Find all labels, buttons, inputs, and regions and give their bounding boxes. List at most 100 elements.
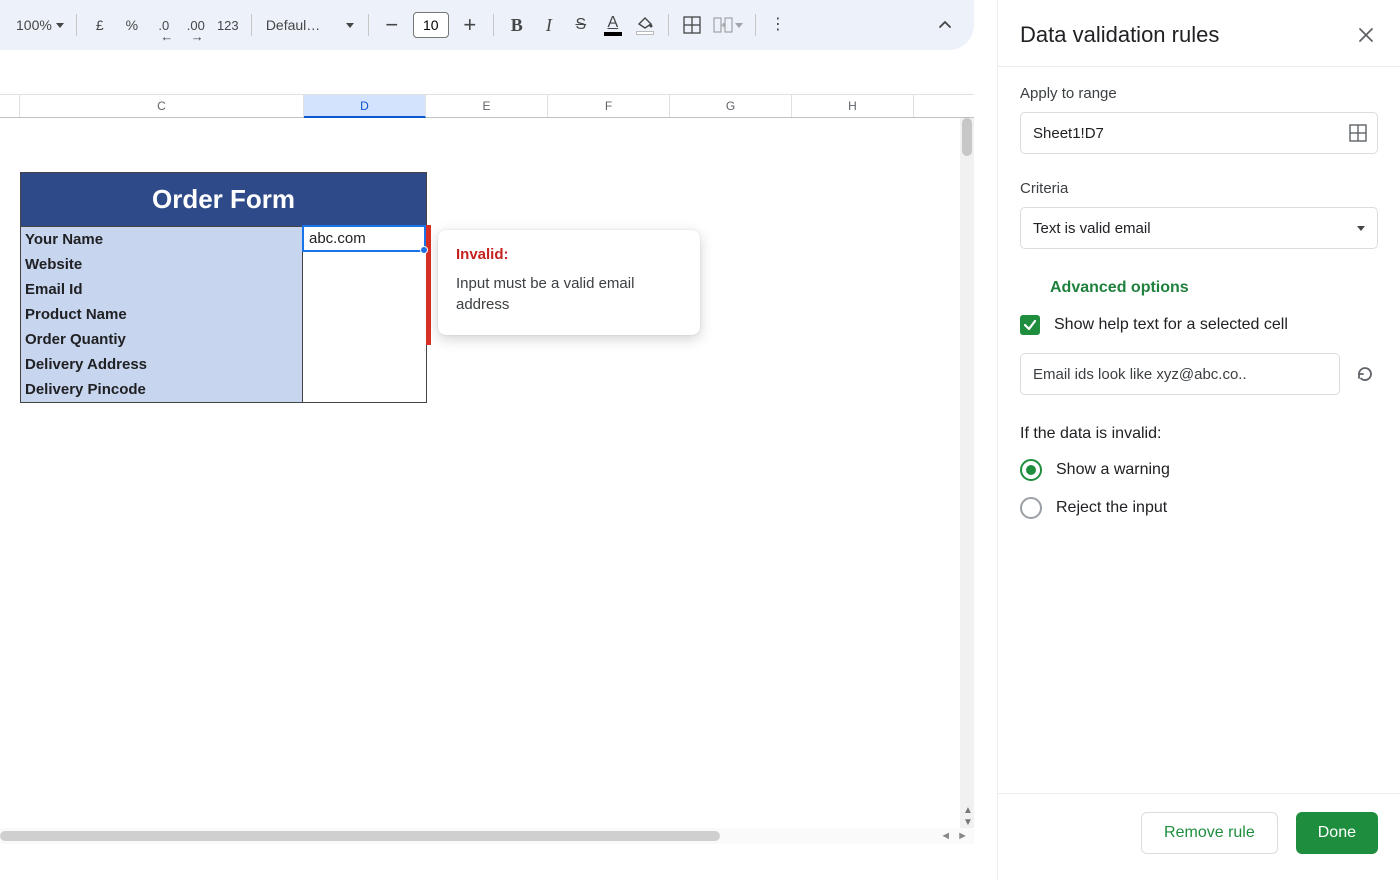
- form-title: Order Form: [21, 173, 426, 227]
- header-corner[interactable]: [0, 95, 20, 117]
- italic-icon: I: [546, 15, 552, 36]
- show-help-text-label: Show help text for a selected cell: [1054, 316, 1288, 334]
- sidebar-body: Apply to range Sheet1!D7 Criteria Text i…: [998, 67, 1400, 793]
- toolbar-separator: [493, 14, 494, 36]
- merge-icon: [713, 17, 733, 33]
- form-label: Product Name: [21, 302, 303, 327]
- form-label: Delivery Address: [21, 352, 303, 377]
- borders-icon: [683, 16, 701, 34]
- increase-decimal-icon: .00→: [187, 18, 205, 33]
- cell[interactable]: [303, 302, 426, 327]
- cell-value: abc.com: [309, 230, 366, 247]
- column-header-h[interactable]: H: [792, 95, 914, 117]
- form-row-product: Product Name: [21, 302, 426, 327]
- data-validation-sidebar: Data validation rules Apply to range She…: [997, 0, 1400, 880]
- radio-label: Show a warning: [1056, 461, 1170, 479]
- scroll-down-arrow-icon[interactable]: ▼: [963, 817, 973, 828]
- radio-dot-icon: [1026, 465, 1036, 475]
- more-formats-button[interactable]: 123: [213, 10, 243, 40]
- column-header-c[interactable]: C: [20, 95, 304, 117]
- font-family-value: Defaul…: [266, 17, 320, 33]
- scroll-left-arrow-icon[interactable]: ◄: [940, 830, 951, 842]
- validation-tooltip: Invalid: Input must be a valid email add…: [438, 230, 700, 335]
- radio-show-warning[interactable]: Show a warning: [1020, 459, 1378, 481]
- scroll-up-arrow-icon[interactable]: ▲: [963, 805, 973, 816]
- selected-cell-d7[interactable]: abc.com: [302, 225, 426, 252]
- fill-color-icon: [636, 16, 654, 35]
- radio-reject-input[interactable]: Reject the input: [1020, 497, 1378, 519]
- form-row-website: Website: [21, 252, 426, 277]
- borders-button[interactable]: [677, 10, 707, 40]
- apply-range-label: Apply to range: [1020, 85, 1378, 102]
- select-range-button[interactable]: [1349, 124, 1367, 142]
- done-button[interactable]: Done: [1296, 812, 1378, 854]
- bold-button[interactable]: B: [502, 10, 532, 40]
- spreadsheet-grid[interactable]: Order Form Your Name Website Email Id Pr…: [0, 118, 974, 830]
- show-help-text-checkbox-row[interactable]: Show help text for a selected cell: [1020, 315, 1378, 335]
- font-size-group: − +: [377, 10, 485, 40]
- reset-help-text-button[interactable]: [1352, 361, 1378, 387]
- increase-decimal-button[interactable]: .00→: [181, 10, 211, 40]
- italic-button[interactable]: I: [534, 10, 564, 40]
- column-header-d[interactable]: D: [304, 95, 426, 118]
- help-text-input[interactable]: Email ids look like xyz@abc.co..: [1020, 353, 1340, 395]
- horizontal-scrollbar[interactable]: ◄ ►: [0, 828, 974, 844]
- column-headers: C D E F G H: [0, 94, 974, 118]
- more-toolbar-button[interactable]: ⋮: [764, 10, 794, 40]
- column-header-f[interactable]: F: [548, 95, 670, 117]
- cell-email[interactable]: [303, 277, 426, 302]
- increase-font-size-button[interactable]: +: [455, 10, 485, 40]
- form-row-pincode: Delivery Pincode: [21, 377, 426, 402]
- apply-range-input[interactable]: Sheet1!D7: [1020, 112, 1378, 154]
- radio-checked[interactable]: [1020, 459, 1042, 481]
- checkbox-checked[interactable]: [1020, 315, 1040, 335]
- help-text-value: Email ids look like xyz@abc.co..: [1033, 366, 1247, 383]
- format-currency-button[interactable]: £: [85, 10, 115, 40]
- radio-unchecked[interactable]: [1020, 497, 1042, 519]
- scrollbar-thumb[interactable]: [0, 831, 720, 841]
- bold-icon: B: [511, 15, 523, 36]
- merge-cells-button[interactable]: [709, 10, 747, 40]
- vertical-scrollbar[interactable]: ▲ ▼: [960, 118, 974, 830]
- advanced-options-toggle[interactable]: Advanced options: [1050, 279, 1378, 297]
- text-color-button[interactable]: A: [598, 10, 628, 40]
- collapse-toolbar-button[interactable]: [930, 10, 960, 40]
- decrease-decimal-button[interactable]: .0←: [149, 10, 179, 40]
- font-family-dropdown[interactable]: Defaul…: [260, 10, 360, 40]
- remove-rule-button[interactable]: Remove rule: [1141, 812, 1278, 854]
- strikethrough-button[interactable]: S: [566, 10, 596, 40]
- tooltip-body: Input must be a valid email address: [456, 273, 682, 315]
- strikethrough-icon: S: [575, 16, 586, 34]
- fill-color-button[interactable]: [630, 10, 660, 40]
- num-format-icon: 123: [217, 18, 239, 33]
- zoom-dropdown[interactable]: 100%: [12, 10, 68, 40]
- remove-rule-label: Remove rule: [1164, 824, 1255, 842]
- cell[interactable]: [303, 327, 426, 352]
- font-size-input[interactable]: [413, 12, 449, 38]
- toolbar-separator: [368, 14, 369, 36]
- pound-icon: £: [96, 17, 104, 33]
- close-sidebar-button[interactable]: [1354, 23, 1378, 47]
- toolbar: 100% £ % .0← .00→ 123 Defaul… − + B I S …: [0, 0, 974, 50]
- selection-handle[interactable]: [420, 246, 428, 254]
- criteria-dropdown[interactable]: Text is valid email: [1020, 207, 1378, 249]
- text-color-icon: A: [604, 15, 622, 36]
- decrease-font-size-button[interactable]: −: [377, 10, 407, 40]
- scroll-right-arrow-icon[interactable]: ►: [957, 830, 968, 842]
- grid-icon: [1349, 124, 1367, 142]
- cell[interactable]: [303, 352, 426, 377]
- toolbar-separator: [251, 14, 252, 36]
- column-header-g[interactable]: G: [670, 95, 792, 117]
- cell[interactable]: [303, 252, 426, 277]
- scrollbar-thumb[interactable]: [962, 118, 972, 156]
- caret-down-icon: [1357, 226, 1365, 231]
- sidebar-header: Data validation rules: [998, 0, 1400, 67]
- form-label: Your Name: [21, 227, 303, 252]
- caret-down-icon: [735, 23, 743, 28]
- format-percent-button[interactable]: %: [117, 10, 147, 40]
- form-label: Order Quantiy: [21, 327, 303, 352]
- cell[interactable]: [303, 377, 426, 402]
- column-header-e[interactable]: E: [426, 95, 548, 117]
- sidebar-footer: Remove rule Done: [998, 793, 1400, 880]
- caret-down-icon: [56, 23, 64, 28]
